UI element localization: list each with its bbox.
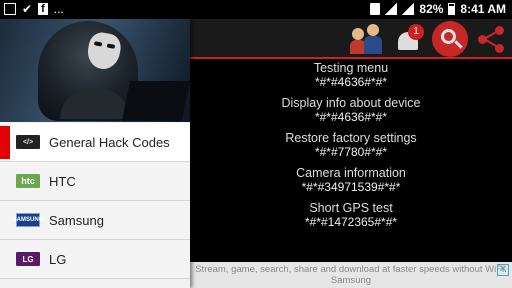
drawer-menu: </> General Hack Codes htc HTC SAMSUNG S… [0, 123, 190, 279]
person-icon [364, 24, 382, 54]
code-value: *#*#7780#*#* [314, 145, 388, 159]
list-item[interactable]: Short GPS test *#*#1472365#*#* [190, 201, 512, 229]
drawer-item-label: LG [49, 251, 67, 267]
code-value: *#*#34971539#*#* [301, 180, 401, 194]
people-icon[interactable] [348, 22, 384, 56]
code-value: *#*#1472365#*#* [304, 215, 398, 229]
share-icon[interactable] [476, 24, 506, 54]
search-icon-handle [454, 40, 463, 49]
list-item[interactable]: Display info about device *#*#4636#*#* [190, 96, 512, 124]
drawer-item-lg[interactable]: LG LG [0, 240, 190, 279]
code-value: *#*#4636#*#* [314, 110, 388, 124]
code-icon: </> [16, 135, 40, 149]
list-item[interactable]: Restore factory settings *#*#7780#*#* [190, 131, 512, 159]
laptop-icon [121, 81, 190, 121]
samsung-logo-icon: SAMSUNG [13, 213, 43, 227]
code-title: Display info about device [281, 96, 421, 110]
ad-close-icon[interactable]: ✕ [497, 264, 509, 276]
status-bar: ✔ f ... 82% 8:41 AM [0, 0, 512, 19]
list-item[interactable]: Camera information *#*#34971539#*#* [190, 166, 512, 194]
codes-list: Testing menu *#*#4636#*#* Display info a… [190, 61, 512, 261]
ad-text: Stream, game, search, share and download… [195, 264, 507, 286]
clock: 8:41 AM [460, 2, 506, 16]
drawer-item-label: General Hack Codes [49, 134, 170, 150]
status-right: 82% 8:41 AM [370, 2, 506, 16]
battery-icon [448, 3, 456, 15]
htc-logo-icon: htc [16, 174, 40, 188]
toolbar-actions: 1 [348, 21, 506, 57]
drawer-item-htc[interactable]: htc HTC [0, 162, 190, 201]
code-title: Short GPS test [309, 201, 393, 215]
drawer-header-image [0, 19, 190, 122]
code-value: *#*#4636#*#* [314, 75, 388, 89]
notification-badge: 1 [408, 24, 424, 40]
check-icon: ✔ [22, 2, 33, 16]
sim-icon [370, 3, 381, 15]
list-item[interactable]: Testing menu *#*#4636#*#* [190, 61, 512, 89]
notification-button[interactable]: 1 [392, 22, 424, 56]
search-button[interactable] [432, 21, 468, 57]
lg-logo-icon: LG [16, 252, 40, 266]
battery-percent: 82% [419, 2, 444, 16]
drawer-item-general-hack-codes[interactable]: </> General Hack Codes [0, 123, 190, 162]
drawer-item-samsung[interactable]: SAMSUNG Samsung [0, 201, 190, 240]
ad-banner[interactable]: Stream, game, search, share and download… [190, 262, 512, 288]
more-dots-icon: ... [53, 2, 64, 16]
signal-icon [385, 3, 398, 15]
code-title: Testing menu [313, 61, 389, 75]
image-icon [4, 3, 16, 15]
signal-icon [402, 3, 415, 15]
drawer-item-label: Samsung [49, 212, 104, 228]
code-title: Camera information [296, 166, 406, 180]
status-left: ✔ f ... [4, 2, 64, 16]
code-title: Restore factory settings [285, 131, 417, 145]
facebook-icon: f [38, 3, 48, 15]
navigation-drawer: </> General Hack Codes htc HTC SAMSUNG S… [0, 19, 190, 288]
screen: ✔ f ... 82% 8:41 AM 1 Testing menu *#*#4… [0, 0, 512, 288]
drawer-item-label: HTC [49, 173, 76, 189]
